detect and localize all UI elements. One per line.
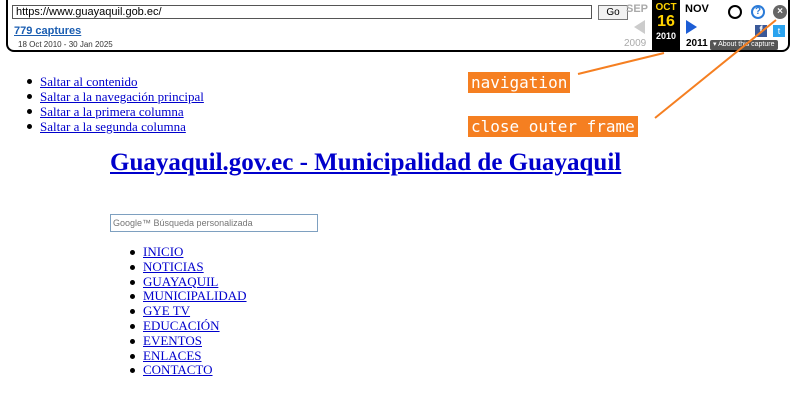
close-outer-frame-annotation: close outer frame <box>468 116 638 137</box>
annotation-lines <box>577 19 777 119</box>
close-frame-pointer-line <box>654 19 777 119</box>
navigation-pointer-line <box>577 52 665 75</box>
navigation-annotation: navigation <box>468 72 571 93</box>
